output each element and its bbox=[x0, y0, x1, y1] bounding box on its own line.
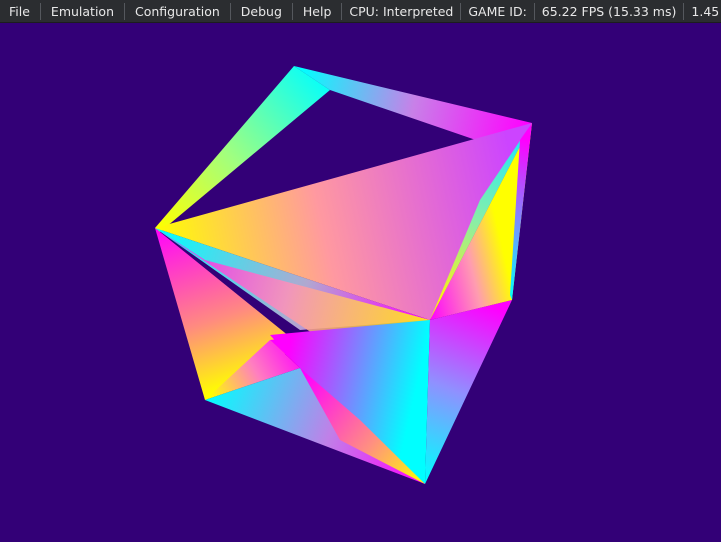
menu-debug[interactable]: Debug bbox=[231, 0, 292, 22]
menu-bar: File Emulation Configuration Debug Help … bbox=[0, 0, 721, 23]
cpu-status: CPU: Interpreted bbox=[349, 3, 454, 19]
emulator-viewport[interactable] bbox=[0, 23, 721, 542]
menu-file[interactable]: File bbox=[0, 0, 40, 22]
menu-emulation[interactable]: Emulation bbox=[41, 0, 124, 22]
menu-configuration[interactable]: Configuration bbox=[125, 0, 230, 22]
game-id-status: GAME ID: bbox=[468, 3, 527, 19]
audio-status: 1.45 ms audi bbox=[691, 3, 721, 19]
render-canvas bbox=[155, 66, 532, 484]
cube-right-face-lower bbox=[425, 300, 512, 484]
emulator-window: File Emulation Configuration Debug Help … bbox=[0, 0, 721, 542]
fps-status: 65.22 FPS (15.33 ms) bbox=[541, 3, 677, 19]
menu-help[interactable]: Help bbox=[293, 0, 342, 22]
